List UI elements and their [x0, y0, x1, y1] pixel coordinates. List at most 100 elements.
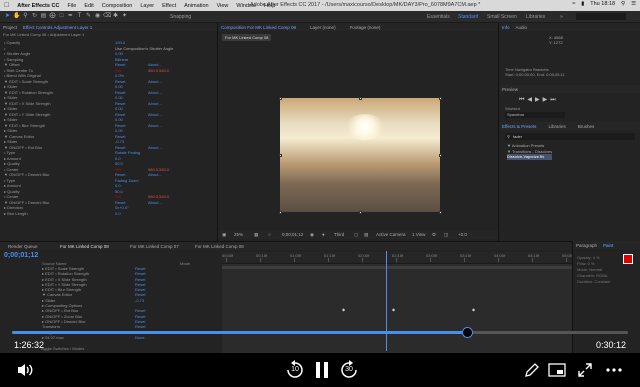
property-value[interactable]: 0.0: [115, 211, 121, 217]
rectangle-tool-icon[interactable]: □: [58, 13, 65, 20]
keyframe-icon[interactable]: ◆: [392, 307, 395, 312]
grid-icon[interactable]: ▦: [254, 232, 258, 238]
snapping-toggle[interactable]: Snapping: [170, 14, 191, 20]
effect-property-row[interactable]: ▸ Blur Length 0.0: [0, 211, 217, 217]
color-icon[interactable]: ●: [322, 232, 325, 237]
camera-select[interactable]: Active Camera: [376, 232, 406, 237]
menu-effect[interactable]: Effect: [162, 3, 176, 9]
tab-audio[interactable]: Audio: [516, 25, 528, 30]
rotate-tool-icon[interactable]: ↻: [31, 13, 38, 20]
time-ruler[interactable]: 00;00f 00;15f 01;00f 01;15f 02;00f 02;15f 03;0…: [222, 252, 572, 264]
current-time[interactable]: 0;00;01;12: [4, 252, 38, 259]
last-frame-icon[interactable]: ⏭: [550, 97, 558, 103]
menu-view[interactable]: View: [217, 3, 229, 9]
workspace-small-screen[interactable]: Small Screen: [487, 14, 517, 20]
type-tool-icon[interactable]: T: [76, 13, 83, 20]
tab-composition[interactable]: Composition For MK Linked Comp 08: [221, 25, 296, 30]
transform-handle[interactable]: [438, 153, 442, 157]
mask-icon[interactable]: ○: [268, 232, 271, 237]
tab-project[interactable]: Project: [3, 25, 17, 30]
tab-effects-presets[interactable]: Effects & Presets: [502, 124, 536, 129]
tab-paint[interactable]: Paint: [603, 243, 613, 248]
tab-footage[interactable]: Footage (none): [350, 25, 381, 30]
tab-comp-08b[interactable]: For MK Linked Comp 08: [195, 244, 244, 249]
app-menu[interactable]: After Effects CC: [17, 3, 59, 9]
annotate-pencil-icon[interactable]: [521, 359, 543, 381]
keyframe-icon[interactable]: ◆: [472, 307, 475, 312]
volume-icon[interactable]: [14, 359, 36, 381]
pen-tool-icon[interactable]: ✒: [67, 13, 74, 20]
tab-layer[interactable]: Layer (none): [310, 25, 336, 30]
transform-handle[interactable]: [278, 96, 282, 100]
apple-icon[interactable]: : [4, 2, 9, 9]
tab-comp-07[interactable]: For MK Linked Comp 07: [130, 244, 179, 249]
tab-libraries[interactable]: Libraries: [548, 124, 565, 129]
transform-handle[interactable]: [438, 96, 442, 100]
workspace-overflow-icon[interactable]: »: [560, 14, 563, 20]
timeline-row-value[interactable]: None: [135, 335, 145, 340]
transform-handle[interactable]: [278, 210, 282, 214]
clock[interactable]: Thu 18:18: [590, 1, 615, 7]
tab-render-queue[interactable]: Render Queue: [8, 244, 38, 249]
transform-handle[interactable]: [358, 96, 362, 100]
exposure-value[interactable]: +0.0: [458, 232, 467, 237]
snapshot-icon[interactable]: ◉: [310, 232, 314, 238]
tab-comp-08[interactable]: For MK Linked Comp 08: [60, 244, 109, 249]
tab-brushes[interactable]: Brushes: [578, 124, 595, 129]
transparency-icon[interactable]: ▧: [364, 232, 368, 238]
menu-layer[interactable]: Layer: [140, 3, 154, 9]
camera-tool-icon[interactable]: ▤: [40, 13, 47, 20]
toggle-switches-modes[interactable]: Toggle Switches / Modes: [40, 346, 84, 351]
selection-tool-icon[interactable]: ➤: [4, 13, 11, 20]
roto-brush-tool-icon[interactable]: ✱: [112, 13, 119, 20]
transform-handle[interactable]: [358, 210, 362, 214]
effects-search-input[interactable]: ⚲ fader: [505, 133, 635, 140]
search-icon[interactable]: ⚲: [621, 1, 625, 7]
more-options-icon[interactable]: [603, 359, 625, 381]
transform-handle[interactable]: [438, 210, 442, 214]
comp-timecode[interactable]: 0;00;01;12: [282, 232, 303, 237]
tab-effect-controls[interactable]: Effect Controls Adjustment Layer 1: [23, 25, 92, 30]
workspace-standard[interactable]: Standard: [458, 14, 478, 20]
work-area-bar[interactable]: [222, 266, 572, 269]
hand-tool-icon[interactable]: ✋: [13, 13, 20, 20]
flowchart-icon[interactable]: ◫: [444, 232, 448, 238]
track-area[interactable]: ◆ ◆ ◆: [222, 264, 572, 353]
workspace-libraries[interactable]: Libraries: [526, 14, 545, 20]
zoom-tool-icon[interactable]: ⚲: [22, 13, 29, 20]
picture-in-picture-icon[interactable]: [546, 359, 568, 381]
tree-item-selected[interactable]: Dissolve-Vaporize.ffx: [507, 154, 553, 160]
resolution-select[interactable]: Third: [334, 232, 344, 237]
pan-behind-tool-icon[interactable]: ⨁: [49, 13, 56, 20]
magnification-icon[interactable]: ▣: [222, 232, 226, 238]
zoom-select[interactable]: 25%: [234, 232, 243, 237]
brush-tool-icon[interactable]: ✎: [85, 13, 92, 20]
playhead[interactable]: [386, 251, 387, 351]
roi-icon[interactable]: ▢: [354, 232, 358, 238]
clone-tool-icon[interactable]: ◉: [94, 13, 101, 20]
search-help-field[interactable]: [576, 13, 626, 20]
rewind-10-icon[interactable]: 10: [283, 358, 307, 382]
preview-title[interactable]: Preview: [502, 87, 518, 92]
play-icon[interactable]: ▶: [535, 97, 543, 103]
menu-composition[interactable]: Composition: [102, 3, 133, 9]
puppet-tool-icon[interactable]: ✦: [121, 13, 128, 20]
pause-icon[interactable]: [312, 359, 332, 381]
tab-paragraph[interactable]: Paragraph: [576, 243, 597, 248]
menu-animation[interactable]: Animation: [184, 3, 208, 9]
composition-viewer[interactable]: [278, 96, 442, 214]
comp-name-chip[interactable]: For MK Linked Comp 08: [222, 34, 272, 41]
shortcut-select[interactable]: Spacebar: [505, 112, 565, 118]
battery-icon[interactable]: ▮: [581, 1, 584, 7]
fast-preview-icon[interactable]: ⚙: [432, 232, 436, 238]
eraser-tool-icon[interactable]: ⌫: [103, 13, 111, 20]
keyframe-icon[interactable]: ◆: [342, 307, 345, 312]
menu-file[interactable]: File: [67, 3, 76, 9]
menu-edit[interactable]: Edit: [84, 3, 93, 9]
views-select[interactable]: 1 View: [412, 232, 425, 237]
forward-30-icon[interactable]: 30: [337, 358, 361, 382]
menu-list-icon[interactable]: ☰: [631, 1, 636, 7]
foreground-color-swatch[interactable]: [623, 254, 633, 264]
workspace-essentials[interactable]: Essentials: [427, 14, 450, 20]
wifi-icon[interactable]: ≈: [572, 1, 575, 7]
